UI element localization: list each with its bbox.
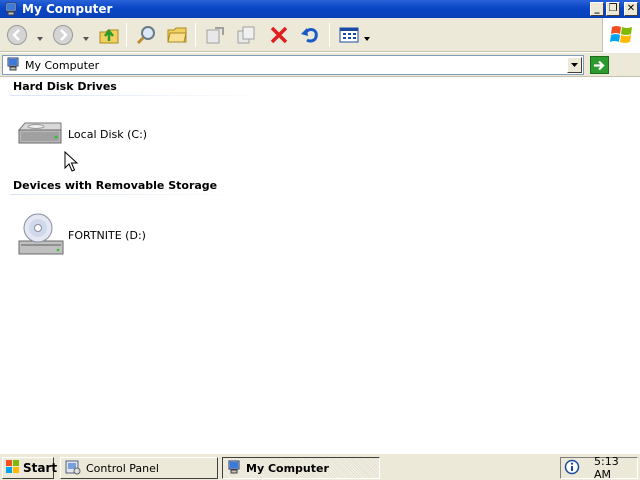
undo-button[interactable]	[297, 22, 323, 48]
folder-up-icon	[99, 28, 119, 44]
chevron-down-icon	[571, 62, 578, 67]
mouse-cursor-icon	[64, 150, 79, 176]
address-value: My Computer	[25, 58, 100, 72]
clock[interactable]: 5:13 AM	[594, 455, 637, 480]
windows-logo-icon	[602, 18, 640, 52]
task-control-panel[interactable]: Control Panel	[60, 457, 218, 479]
drive-fortnite-d[interactable]: FORTNITE (D:)	[16, 211, 146, 259]
copy-to-button[interactable]	[233, 22, 259, 48]
search-button[interactable]	[133, 22, 159, 48]
views-button[interactable]	[336, 22, 362, 48]
address-bar: My Computer	[0, 53, 640, 77]
address-field[interactable]: My Computer	[2, 55, 584, 75]
minimize-button[interactable]: _	[590, 2, 604, 16]
content-area[interactable]: Hard Disk Drives Local Disk (C:) Devices…	[0, 78, 640, 452]
views-grid-icon	[339, 27, 359, 43]
system-tray: 5:13 AM	[560, 455, 638, 480]
up-button[interactable]	[96, 22, 122, 48]
group-divider	[10, 194, 240, 195]
forward-dropdown-icon[interactable]	[83, 32, 89, 41]
undo-arrow-icon	[301, 28, 318, 43]
copy-to-icon	[237, 26, 255, 44]
group-divider	[10, 95, 270, 96]
restore-button[interactable]: ❐	[606, 2, 620, 16]
start-button[interactable]: Start	[2, 457, 58, 479]
drive-label: FORTNITE (D:)	[68, 228, 146, 242]
green-arrow-icon	[594, 60, 605, 70]
views-dropdown-icon[interactable]	[364, 32, 370, 41]
cd-drive-icon	[18, 213, 64, 255]
address-dropdown-button[interactable]	[567, 57, 582, 73]
window-title: My Computer	[22, 2, 113, 16]
taskbar: Start Control Panel My Computer 5:13 AM	[0, 452, 640, 480]
hard-disk-icon	[17, 122, 62, 144]
task-my-computer[interactable]: My Computer	[222, 457, 380, 479]
windows-flag-icon	[6, 460, 20, 476]
folder-icon	[167, 27, 187, 43]
toolbar	[0, 18, 640, 52]
computer-icon	[4, 2, 18, 16]
start-label: Start	[23, 461, 58, 475]
control-panel-icon	[65, 459, 81, 478]
move-to-icon	[206, 27, 224, 44]
folders-button[interactable]	[164, 22, 190, 48]
group-header-hard-disk-drives: Hard Disk Drives	[13, 80, 117, 93]
title-bar[interactable]: My Computer _ ❐ ✕	[0, 0, 640, 18]
task-label: My Computer	[246, 461, 329, 475]
close-button[interactable]: ✕	[624, 2, 638, 16]
forward-arrow-icon	[53, 25, 73, 45]
drive-local-disk-c[interactable]: Local Disk (C:)	[16, 118, 147, 150]
back-dropdown-icon[interactable]	[37, 32, 43, 41]
computer-icon	[227, 460, 241, 477]
computer-icon	[6, 57, 20, 74]
back-arrow-icon	[7, 25, 27, 45]
magnifier-icon	[136, 26, 155, 45]
move-to-button[interactable]	[202, 22, 228, 48]
info-icon[interactable]	[564, 459, 580, 478]
drive-label: Local Disk (C:)	[68, 127, 148, 141]
delete-button[interactable]	[266, 22, 292, 48]
group-header-removable-storage: Devices with Removable Storage	[13, 179, 218, 192]
red-x-icon	[270, 26, 288, 44]
forward-button[interactable]	[50, 22, 76, 48]
task-label: Control Panel	[86, 461, 159, 475]
go-button[interactable]	[590, 56, 609, 74]
back-button[interactable]	[4, 22, 30, 48]
